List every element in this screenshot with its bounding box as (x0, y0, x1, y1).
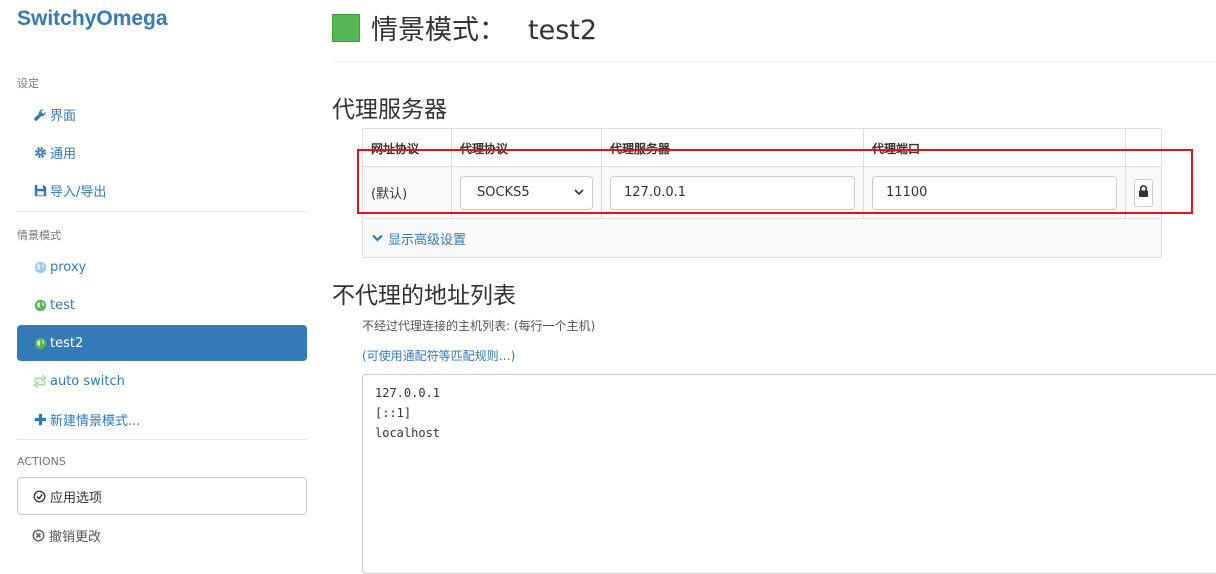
nav-item-label: 导入/导出 (50, 184, 107, 200)
proxy-servers-table: 网址协议 代理协议 代理服务器 代理端口 (默认) SOCKS5 127.0.0… (362, 128, 1162, 258)
port-cell: 11100 (864, 167, 1126, 218)
column-header-scheme: 网址协议 (363, 129, 452, 166)
page-header: 情景模式： test2 (332, 8, 597, 47)
column-header-protocol: 代理协议 (452, 129, 602, 166)
floppy-icon (33, 183, 47, 197)
sidebar: SwitchyOmega 设定 界面 通用 导入/导出 情景模式 proxy t… (0, 0, 316, 570)
scheme-cell: (默认) (363, 167, 452, 218)
profile-label: proxy (50, 259, 87, 275)
column-header-actions (1126, 129, 1161, 166)
apply-options-button[interactable]: 应用选项 (17, 477, 307, 515)
header-divider (332, 61, 1216, 62)
column-header-port: 代理端口 (864, 129, 1126, 166)
profiles-section-title: 情景模式 (17, 229, 61, 242)
protocol-select[interactable]: SOCKS5 (460, 175, 593, 210)
profile-name[interactable]: test2 (528, 15, 597, 46)
sidebar-divider (17, 439, 307, 440)
remove-circle-icon (32, 529, 45, 542)
apply-label: 应用选项 (50, 490, 103, 506)
profile-item-test[interactable]: test (17, 287, 307, 323)
nav-item-import-export[interactable]: 导入/导出 (17, 172, 307, 208)
profile-label: test2 (50, 335, 84, 351)
protocol-cell: SOCKS5 (452, 167, 602, 218)
bypass-entry: [::1] (375, 406, 412, 420)
settings-section-title: 设定 (17, 77, 39, 90)
page-title-prefix: 情景模式： (371, 15, 506, 46)
globe-icon (33, 336, 47, 350)
bypass-entry: 127.0.0.1 (375, 386, 441, 400)
server-input[interactable]: 127.0.0.1 (610, 175, 855, 210)
actions-section-title: ACTIONS (17, 455, 66, 468)
table-row: (默认) SOCKS5 127.0.0.1 11100 (363, 167, 1161, 219)
globe-icon (33, 298, 47, 312)
show-advanced-link[interactable]: 显示高级设置 (363, 219, 1161, 257)
bypass-list-textarea[interactable]: 127.0.0.1 [::1] localhost (362, 374, 1216, 574)
wildcard-rules-link[interactable]: (可使用通配符等匹配规则…) (362, 347, 515, 364)
page-title: 情景模式： test2 (371, 8, 597, 47)
app-brand[interactable]: SwitchyOmega (17, 7, 168, 31)
retweet-icon (33, 374, 47, 388)
profile-item-test2[interactable]: test2 (17, 325, 307, 361)
proxy-servers-heading: 代理服务器 (332, 97, 447, 123)
nav-item-general[interactable]: 通用 (17, 134, 307, 170)
globe-icon (33, 260, 47, 274)
profile-label: auto switch (50, 373, 125, 389)
discard-changes-button[interactable]: 撤销更改 (17, 516, 307, 554)
discard-label: 撤销更改 (49, 529, 102, 545)
new-profile-label: 新建情景模式... (50, 413, 141, 429)
chevron-down-icon (372, 234, 383, 242)
auth-cell (1126, 167, 1161, 218)
nav-item-label: 通用 (50, 146, 77, 162)
plus-icon (33, 412, 47, 426)
profile-item-auto-switch[interactable]: auto switch (17, 363, 307, 399)
show-advanced-label: 显示高级设置 (388, 232, 467, 248)
bypass-entry: localhost (375, 426, 441, 440)
auth-lock-button[interactable] (1134, 178, 1153, 207)
table-header-row: 网址协议 代理协议 代理服务器 代理端口 (363, 129, 1161, 167)
sidebar-divider (17, 211, 307, 212)
lock-icon (1138, 184, 1149, 201)
profile-item-proxy[interactable]: proxy (17, 249, 307, 285)
gear-icon (33, 145, 47, 159)
profile-color-swatch[interactable] (332, 13, 360, 42)
protocol-value: SOCKS5 (477, 185, 530, 200)
column-header-server: 代理服务器 (602, 129, 864, 166)
port-input[interactable]: 11100 (872, 175, 1117, 210)
nav-item-interface[interactable]: 界面 (17, 96, 307, 132)
chevron-down-icon (574, 185, 584, 200)
bypass-help-text: 不经过代理连接的主机列表: (每行一个主机) (362, 319, 596, 333)
wrench-icon (33, 107, 47, 121)
check-circle-icon (33, 490, 46, 503)
nav-item-label: 界面 (50, 108, 77, 124)
main-content: 情景模式： test2 代理服务器 网址协议 代理协议 代理服务器 代理端口 (默… (316, 0, 1216, 574)
new-profile-button[interactable]: 新建情景模式... (17, 401, 307, 437)
profile-label: test (50, 297, 75, 313)
bypass-list-heading: 不代理的地址列表 (332, 283, 516, 309)
server-cell: 127.0.0.1 (602, 167, 864, 218)
